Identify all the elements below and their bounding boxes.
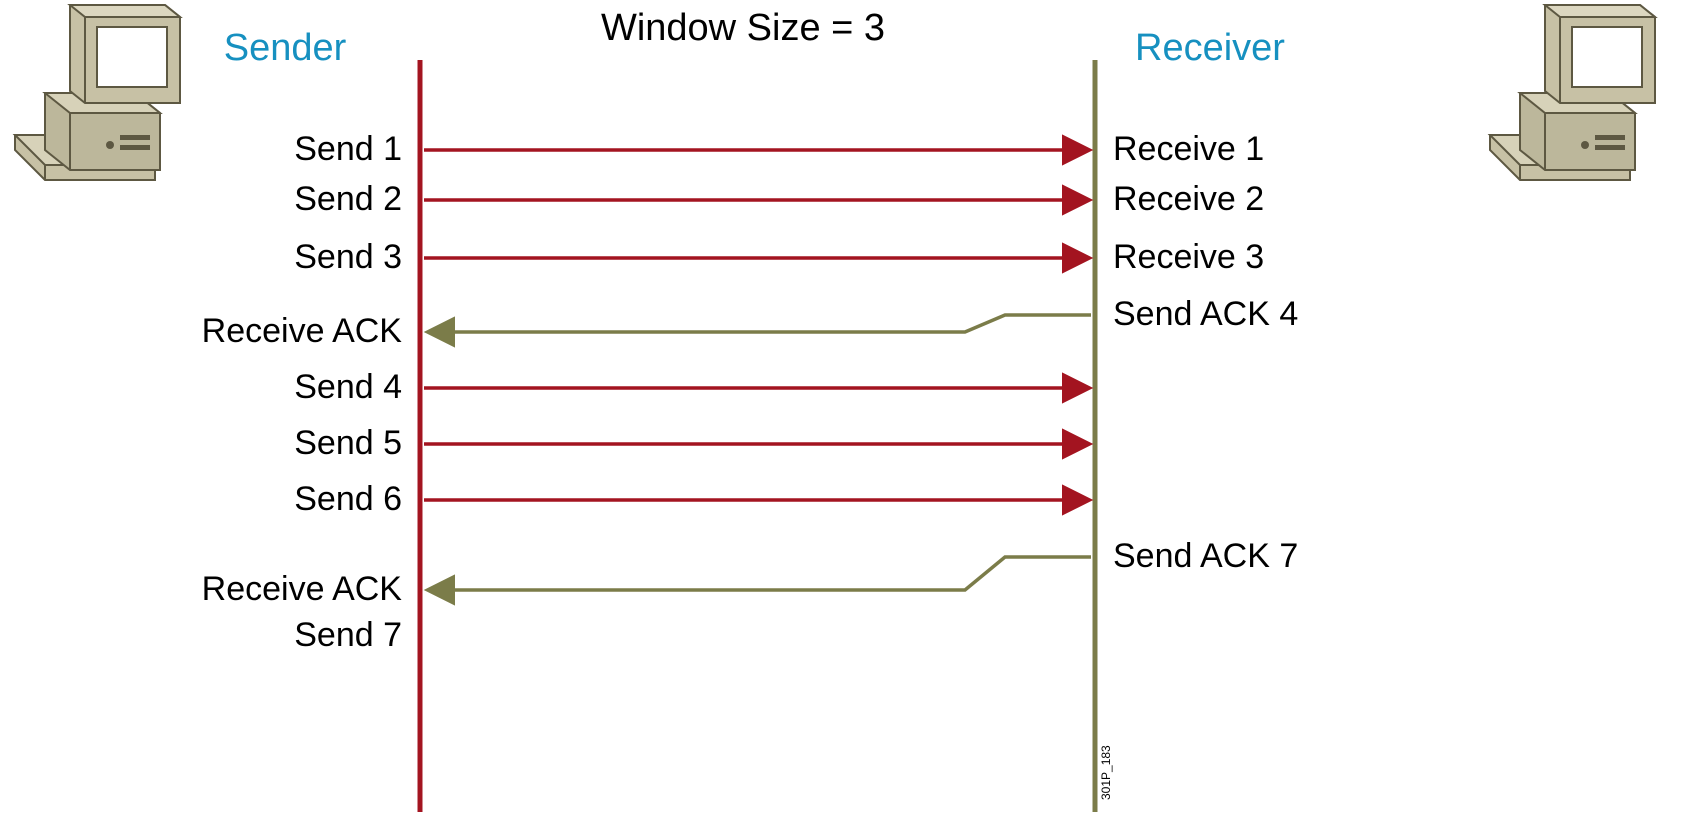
receiver-event-label: Send ACK 4 [1113, 295, 1298, 333]
sender-event-label: Send 4 [294, 368, 402, 406]
receiver-event-label: Send ACK 7 [1113, 537, 1298, 575]
title: Window Size = 3 [601, 7, 885, 49]
computer-icon-receiver [1490, 5, 1655, 180]
message-rows: Send 1 Receive 1 Send 2 Receive 2 Send 3 Rece… [202, 130, 1299, 654]
sender-event-label: Send 5 [294, 424, 402, 462]
sender-event-label: Send 6 [294, 480, 402, 518]
sender-event-label: Send 1 [294, 130, 402, 168]
diagram-stage: Window Size = 3 Sender Receiver [0, 0, 1686, 830]
receiver-event-label: Receive 3 [1113, 238, 1264, 276]
receiver-label: Receiver [1135, 27, 1285, 69]
ack-arrow [430, 557, 1091, 590]
receiver-event-label: Receive 2 [1113, 180, 1264, 218]
sender-event-label: Send 7 [294, 616, 402, 654]
sender-event-label: Send 3 [294, 238, 402, 276]
sender-event-label: Receive ACK [202, 312, 403, 350]
sender-event-label: Send 2 [294, 180, 402, 218]
receiver-event-label: Receive 1 [1113, 130, 1264, 168]
sender-label: Sender [224, 27, 347, 69]
ack-arrow [430, 315, 1091, 332]
sender-event-label: Receive ACK [202, 570, 403, 608]
image-tag: 301P_183 [1099, 745, 1113, 800]
computer-icon-sender [15, 5, 180, 180]
